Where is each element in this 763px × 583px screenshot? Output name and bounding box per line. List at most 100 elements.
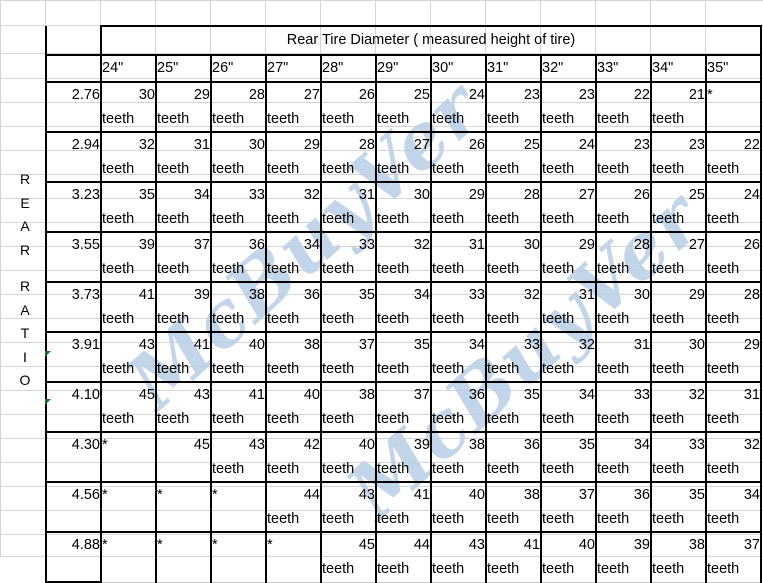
unavailable-cell[interactable]: * xyxy=(156,482,212,507)
column-header-5[interactable]: 28" xyxy=(321,55,377,83)
unavailable-cell[interactable]: * xyxy=(706,82,762,107)
teeth-count-cell[interactable]: 29 xyxy=(706,332,762,357)
teeth-count-cell[interactable]: 31 xyxy=(541,282,597,307)
teeth-count-cell[interactable]: 26 xyxy=(321,82,377,107)
teeth-count-cell[interactable]: 40 xyxy=(211,332,267,357)
teeth-count-cell[interactable]: 24 xyxy=(431,82,487,107)
teeth-count-cell[interactable]: 34 xyxy=(156,182,212,207)
teeth-count-cell[interactable]: 24 xyxy=(541,132,597,157)
teeth-count-cell[interactable]: 38 xyxy=(266,332,322,357)
teeth-count-cell[interactable]: 35 xyxy=(101,182,157,207)
teeth-count-cell[interactable]: 27 xyxy=(541,182,597,207)
teeth-count-cell[interactable]: 36 xyxy=(211,232,267,257)
teeth-count-cell[interactable]: 41 xyxy=(101,282,157,307)
teeth-count-cell[interactable]: 42 xyxy=(266,432,322,457)
teeth-count-cell[interactable]: 43 xyxy=(211,432,267,457)
teeth-count-cell[interactable]: 40 xyxy=(431,482,487,507)
teeth-count-cell[interactable]: 40 xyxy=(266,382,322,407)
teeth-count-cell[interactable]: 40 xyxy=(541,532,597,557)
teeth-count-cell[interactable]: 34 xyxy=(541,382,597,407)
teeth-count-cell[interactable]: 39 xyxy=(596,532,652,557)
teeth-count-cell[interactable]: 21 xyxy=(651,82,707,107)
teeth-count-cell[interactable]: 27 xyxy=(376,132,432,157)
teeth-count-cell[interactable]: 39 xyxy=(376,432,432,457)
teeth-count-cell[interactable]: 35 xyxy=(376,332,432,357)
teeth-count-cell[interactable]: 23 xyxy=(541,82,597,107)
column-header-10[interactable]: 33" xyxy=(596,55,652,83)
teeth-count-cell[interactable]: 33 xyxy=(211,182,267,207)
teeth-count-cell[interactable]: 36 xyxy=(266,282,322,307)
teeth-count-cell[interactable]: 35 xyxy=(541,432,597,457)
unavailable-cell[interactable]: * xyxy=(211,482,267,507)
teeth-count-cell[interactable]: 25 xyxy=(651,182,707,207)
ratio-label-2-94[interactable]: 2.94 xyxy=(45,132,102,157)
ratio-label-3-23[interactable]: 3.23 xyxy=(45,182,102,207)
teeth-count-cell[interactable]: 29 xyxy=(266,132,322,157)
teeth-count-cell[interactable]: 34 xyxy=(431,332,487,357)
column-header-12[interactable]: 35" xyxy=(706,55,762,83)
column-header-8[interactable]: 31" xyxy=(486,55,542,83)
teeth-count-cell[interactable]: 22 xyxy=(706,132,762,157)
teeth-count-cell[interactable]: 31 xyxy=(431,232,487,257)
unavailable-cell[interactable]: * xyxy=(211,532,267,557)
teeth-count-cell[interactable]: 38 xyxy=(431,432,487,457)
unavailable-cell[interactable]: * xyxy=(101,432,157,457)
teeth-count-cell[interactable]: 32 xyxy=(101,132,157,157)
column-header-4[interactable]: 27" xyxy=(266,55,322,83)
teeth-count-cell[interactable]: 33 xyxy=(596,382,652,407)
teeth-count-cell[interactable]: 23 xyxy=(651,132,707,157)
teeth-count-cell[interactable]: 30 xyxy=(211,132,267,157)
teeth-count-cell[interactable]: 43 xyxy=(101,332,157,357)
ratio-label-3-55[interactable]: 3.55 xyxy=(45,232,102,257)
teeth-count-cell[interactable]: 37 xyxy=(706,532,762,557)
teeth-count-cell[interactable]: 23 xyxy=(486,82,542,107)
teeth-count-cell[interactable]: 37 xyxy=(541,482,597,507)
teeth-count-cell[interactable]: 32 xyxy=(706,432,762,457)
teeth-count-cell[interactable]: 32 xyxy=(266,182,322,207)
teeth-count-cell[interactable]: 45 xyxy=(101,382,157,407)
ratio-label-3-73[interactable]: 3.73 xyxy=(45,282,102,307)
teeth-count-cell[interactable]: 28 xyxy=(321,132,377,157)
teeth-count-cell[interactable]: 30 xyxy=(651,332,707,357)
teeth-count-cell[interactable]: 39 xyxy=(101,232,157,257)
teeth-count-cell[interactable]: 31 xyxy=(706,382,762,407)
teeth-count-cell[interactable]: 35 xyxy=(321,282,377,307)
teeth-count-cell[interactable]: 29 xyxy=(541,232,597,257)
ratio-label-4-88[interactable]: 4.88 xyxy=(45,532,102,557)
teeth-count-cell[interactable]: 33 xyxy=(651,432,707,457)
teeth-count-cell[interactable]: 32 xyxy=(541,332,597,357)
teeth-count-cell[interactable]: 26 xyxy=(706,232,762,257)
teeth-count-cell[interactable]: 38 xyxy=(211,282,267,307)
teeth-count-cell[interactable]: 33 xyxy=(431,282,487,307)
teeth-count-cell[interactable]: 43 xyxy=(431,532,487,557)
teeth-count-cell[interactable]: 34 xyxy=(596,432,652,457)
teeth-count-cell[interactable]: 38 xyxy=(321,382,377,407)
unavailable-cell[interactable]: * xyxy=(266,532,322,557)
teeth-count-cell[interactable]: 34 xyxy=(376,282,432,307)
teeth-count-cell[interactable]: 41 xyxy=(376,482,432,507)
teeth-count-cell[interactable]: 23 xyxy=(596,132,652,157)
teeth-count-cell[interactable]: 36 xyxy=(431,382,487,407)
column-header-1[interactable]: 24" xyxy=(101,55,157,83)
teeth-count-cell[interactable]: 39 xyxy=(156,282,212,307)
teeth-count-cell[interactable]: 34 xyxy=(706,482,762,507)
teeth-count-cell[interactable]: 37 xyxy=(376,382,432,407)
teeth-count-cell[interactable]: 44 xyxy=(266,482,322,507)
teeth-count-cell[interactable]: 30 xyxy=(486,232,542,257)
teeth-count-cell[interactable]: 29 xyxy=(156,82,212,107)
teeth-count-cell[interactable]: 30 xyxy=(596,282,652,307)
ratio-label-2-76[interactable]: 2.76 xyxy=(45,82,102,107)
teeth-count-cell[interactable]: 31 xyxy=(156,132,212,157)
teeth-count-cell[interactable]: 43 xyxy=(156,382,212,407)
teeth-count-cell[interactable]: 45 xyxy=(321,532,377,557)
teeth-count-cell[interactable]: 35 xyxy=(486,382,542,407)
teeth-count-cell[interactable]: 26 xyxy=(431,132,487,157)
teeth-count-cell[interactable]: 41 xyxy=(156,332,212,357)
unavailable-cell[interactable]: * xyxy=(156,532,212,557)
teeth-count-cell[interactable]: 28 xyxy=(596,232,652,257)
column-header-9[interactable]: 32" xyxy=(541,55,597,83)
teeth-count-cell[interactable]: 33 xyxy=(486,332,542,357)
teeth-count-cell[interactable]: 26 xyxy=(596,182,652,207)
column-header-11[interactable]: 34" xyxy=(651,55,707,83)
unavailable-cell[interactable]: * xyxy=(101,482,157,507)
